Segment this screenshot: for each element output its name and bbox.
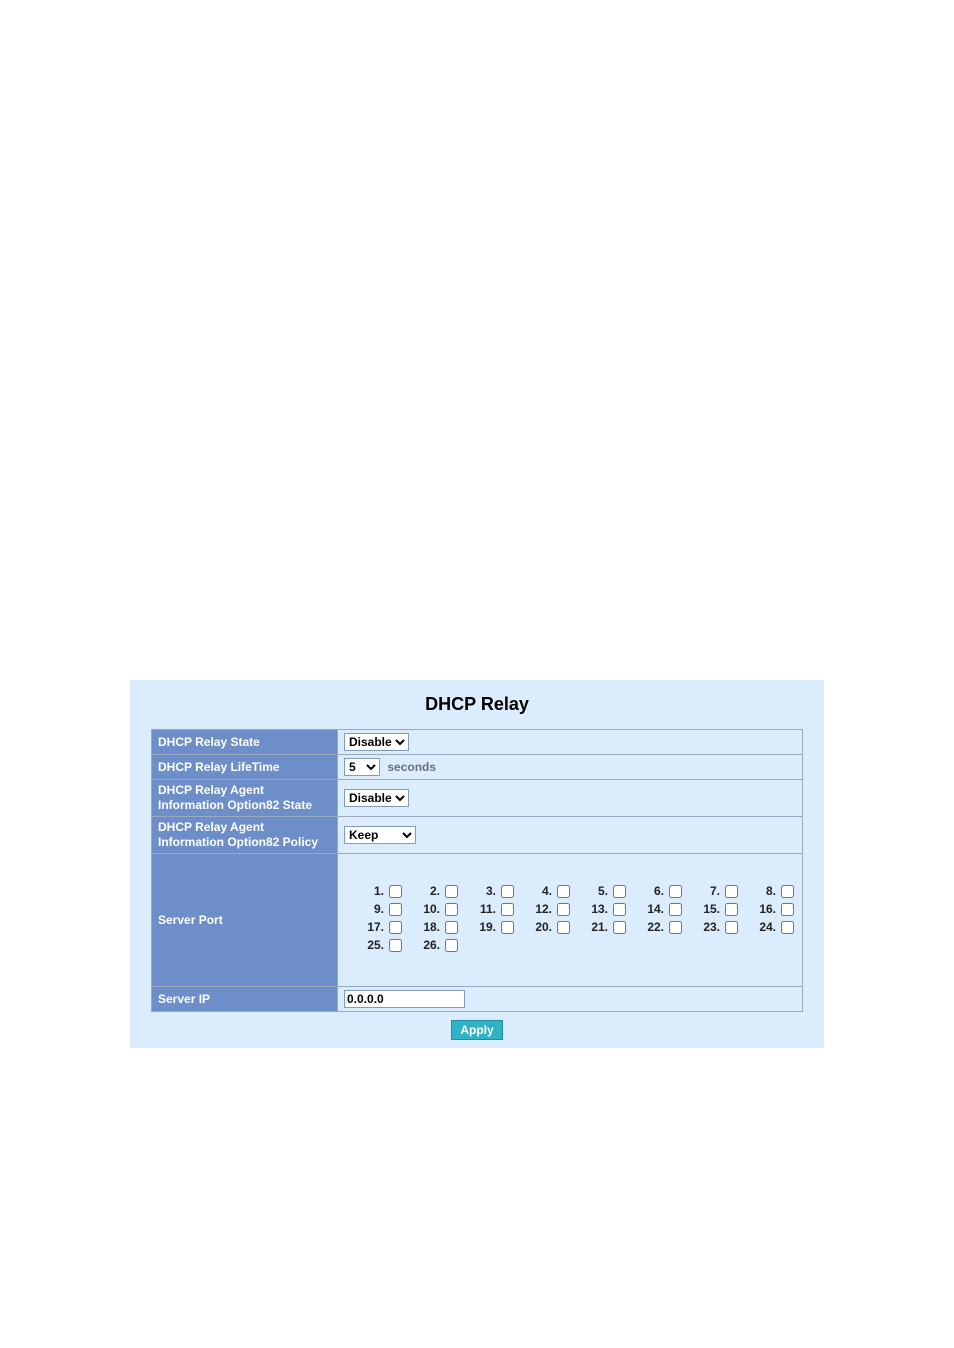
port-label: 14. bbox=[647, 902, 664, 916]
port-label: 13. bbox=[591, 902, 608, 916]
port-label: 9. bbox=[374, 902, 384, 916]
port-label: 23. bbox=[703, 920, 720, 934]
port-checkbox-26[interactable] bbox=[445, 939, 458, 952]
port-checkbox-17[interactable] bbox=[389, 921, 402, 934]
server-port-grid: 1. 2. 3. 4. 5. 6. 7. 8. 9. 10. 11. 12. 13. 14. 15. 16. 1… bbox=[344, 878, 796, 962]
port-item: 15. bbox=[682, 902, 738, 916]
label-server-ip: Server IP bbox=[152, 987, 338, 1012]
port-checkbox-3[interactable] bbox=[501, 885, 514, 898]
port-item: 11. bbox=[458, 902, 514, 916]
port-item: 21. bbox=[570, 920, 626, 934]
lifetime-suffix: seconds bbox=[387, 760, 436, 774]
port-label: 3. bbox=[486, 884, 496, 898]
label-relay-lifetime: DHCP Relay LifeTime bbox=[152, 755, 338, 780]
port-checkbox-5[interactable] bbox=[613, 885, 626, 898]
port-label: 17. bbox=[367, 920, 384, 934]
label-agent-option82-state: DHCP Relay Agent Information Option82 St… bbox=[152, 780, 338, 817]
port-checkbox-1[interactable] bbox=[389, 885, 402, 898]
port-label: 22. bbox=[647, 920, 664, 934]
label-relay-state: DHCP Relay State bbox=[152, 730, 338, 755]
port-item: 25. bbox=[346, 938, 402, 952]
port-label: 4. bbox=[542, 884, 552, 898]
port-checkbox-4[interactable] bbox=[557, 885, 570, 898]
port-checkbox-8[interactable] bbox=[781, 885, 794, 898]
port-checkbox-9[interactable] bbox=[389, 903, 402, 916]
port-item: 26. bbox=[402, 938, 458, 952]
port-item: 14. bbox=[626, 902, 682, 916]
port-label: 12. bbox=[535, 902, 552, 916]
port-item: 23. bbox=[682, 920, 738, 934]
port-label: 11. bbox=[480, 902, 496, 916]
port-checkbox-25[interactable] bbox=[389, 939, 402, 952]
label-server-port: Server Port bbox=[152, 854, 338, 987]
port-item: 10. bbox=[402, 902, 458, 916]
port-item: 17. bbox=[346, 920, 402, 934]
port-item: 12. bbox=[514, 902, 570, 916]
port-item: 6. bbox=[626, 884, 682, 898]
port-checkbox-12[interactable] bbox=[557, 903, 570, 916]
port-checkbox-13[interactable] bbox=[613, 903, 626, 916]
port-label: 16. bbox=[759, 902, 776, 916]
port-checkbox-19[interactable] bbox=[501, 921, 514, 934]
port-label: 25. bbox=[367, 938, 384, 952]
port-checkbox-14[interactable] bbox=[669, 903, 682, 916]
port-checkbox-21[interactable] bbox=[613, 921, 626, 934]
port-label: 24. bbox=[759, 920, 776, 934]
port-label: 15. bbox=[703, 902, 720, 916]
config-table: DHCP Relay State DisableEnable DHCP Rela… bbox=[151, 729, 803, 1012]
port-item: 5. bbox=[570, 884, 626, 898]
page-title: DHCP Relay bbox=[130, 680, 824, 729]
port-item: 3. bbox=[458, 884, 514, 898]
label-agent-option82-policy: DHCP Relay Agent Information Option82 Po… bbox=[152, 817, 338, 854]
port-item: 7. bbox=[682, 884, 738, 898]
port-item: 22. bbox=[626, 920, 682, 934]
port-item: 16. bbox=[738, 902, 794, 916]
port-item: 18. bbox=[402, 920, 458, 934]
port-checkbox-16[interactable] bbox=[781, 903, 794, 916]
port-item: 8. bbox=[738, 884, 794, 898]
port-label: 8. bbox=[766, 884, 776, 898]
port-label: 26. bbox=[423, 938, 440, 952]
port-item: 1. bbox=[346, 884, 402, 898]
port-checkbox-18[interactable] bbox=[445, 921, 458, 934]
port-checkbox-2[interactable] bbox=[445, 885, 458, 898]
port-checkbox-22[interactable] bbox=[669, 921, 682, 934]
port-label: 1. bbox=[374, 884, 384, 898]
port-label: 10. bbox=[423, 902, 440, 916]
port-label: 18. bbox=[423, 920, 440, 934]
agent-option82-state-select[interactable]: DisableEnable bbox=[344, 789, 409, 807]
port-checkbox-15[interactable] bbox=[725, 903, 738, 916]
port-label: 7. bbox=[710, 884, 720, 898]
port-checkbox-23[interactable] bbox=[725, 921, 738, 934]
port-label: 21. bbox=[591, 920, 608, 934]
port-checkbox-10[interactable] bbox=[445, 903, 458, 916]
relay-lifetime-select[interactable]: 51015 bbox=[344, 758, 380, 776]
port-item: 24. bbox=[738, 920, 794, 934]
port-label: 5. bbox=[598, 884, 608, 898]
port-item: 9. bbox=[346, 902, 402, 916]
port-checkbox-20[interactable] bbox=[557, 921, 570, 934]
port-checkbox-6[interactable] bbox=[669, 885, 682, 898]
port-label: 20. bbox=[535, 920, 552, 934]
port-item: 19. bbox=[458, 920, 514, 934]
port-checkbox-7[interactable] bbox=[725, 885, 738, 898]
port-item: 4. bbox=[514, 884, 570, 898]
port-label: 2. bbox=[430, 884, 440, 898]
server-ip-input[interactable] bbox=[344, 990, 465, 1008]
agent-option82-policy-select[interactable]: KeepReplaceDrop bbox=[344, 826, 416, 844]
port-checkbox-24[interactable] bbox=[781, 921, 794, 934]
port-item: 20. bbox=[514, 920, 570, 934]
port-item: 2. bbox=[402, 884, 458, 898]
apply-button[interactable]: Apply bbox=[451, 1020, 502, 1040]
port-checkbox-11[interactable] bbox=[501, 903, 514, 916]
port-label: 19. bbox=[479, 920, 496, 934]
relay-state-select[interactable]: DisableEnable bbox=[344, 733, 409, 751]
port-label: 6. bbox=[654, 884, 664, 898]
port-item: 13. bbox=[570, 902, 626, 916]
